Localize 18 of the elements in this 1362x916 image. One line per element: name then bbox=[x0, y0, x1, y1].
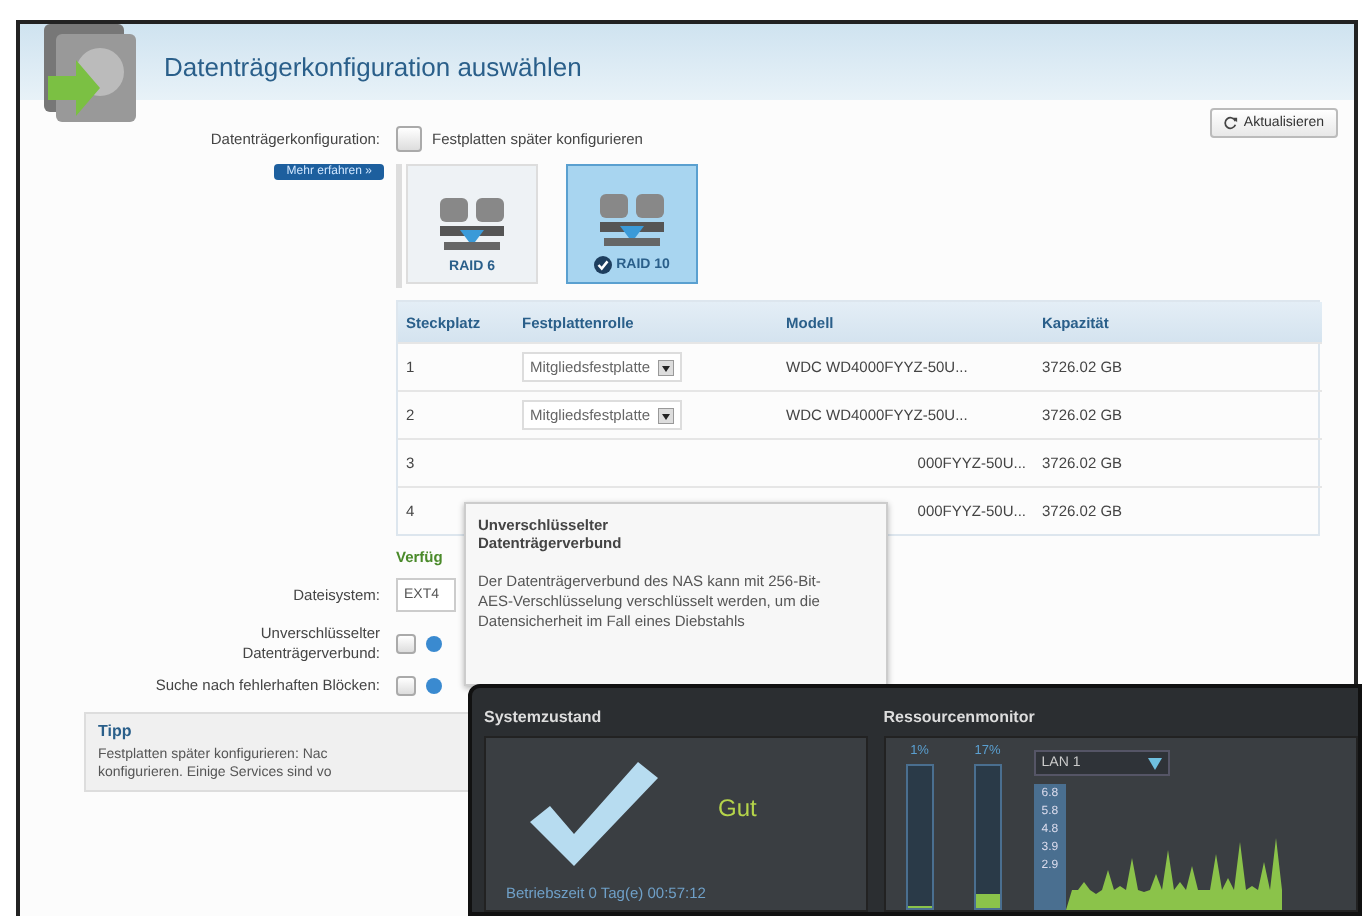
checkbox[interactable] bbox=[396, 126, 422, 152]
check-icon bbox=[594, 256, 613, 274]
dropdown-icon bbox=[1147, 757, 1162, 769]
hard-disk-icon bbox=[40, 24, 140, 124]
disk-array-icon bbox=[598, 190, 666, 250]
page-title: Datenträgerkonfiguration auswählen bbox=[164, 52, 582, 82]
dropdown-icon bbox=[658, 407, 675, 423]
info-icon[interactable] bbox=[426, 677, 442, 693]
panel-title: Ressourcenmonitor bbox=[883, 705, 1037, 729]
checkbox[interactable] bbox=[396, 633, 416, 654]
checkbox[interactable] bbox=[396, 675, 416, 695]
tip-title: Tipp bbox=[98, 721, 134, 739]
info-icon[interactable] bbox=[426, 635, 442, 652]
panel-title: Systemzustand bbox=[484, 705, 604, 730]
dropdown-icon bbox=[658, 359, 675, 375]
status-text: Gut bbox=[718, 794, 757, 822]
disk-array-icon bbox=[438, 194, 506, 254]
refresh-icon bbox=[1223, 116, 1238, 130]
